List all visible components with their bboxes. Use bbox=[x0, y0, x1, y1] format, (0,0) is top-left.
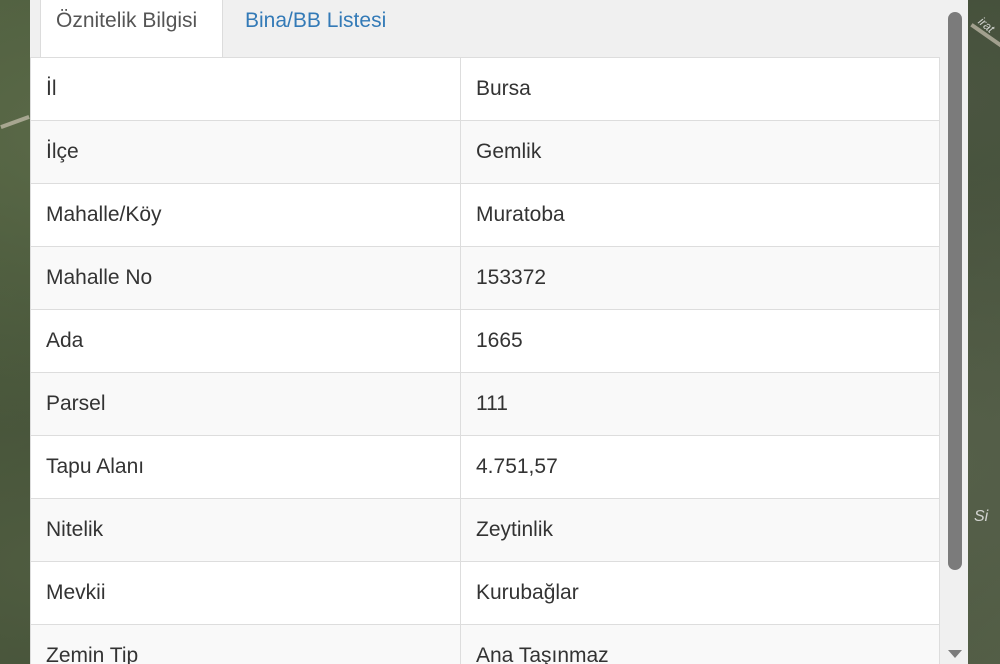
attribute-key: Zemin Tip bbox=[30, 624, 461, 664]
attribute-value: 111 bbox=[460, 372, 940, 436]
table-row: Tapu Alanı 4.751,57 bbox=[30, 435, 940, 499]
attribute-panel: Öznitelik Bilgisi Bina/BB Listesi İl Bur… bbox=[30, 0, 968, 664]
attribute-key: Mahalle No bbox=[30, 246, 461, 310]
attribute-value: Zeytinlik bbox=[460, 498, 940, 562]
table-row: Nitelik Zeytinlik bbox=[30, 498, 940, 562]
attribute-value: Ana Taşınmaz bbox=[460, 624, 940, 664]
attribute-value: Gemlik bbox=[460, 120, 940, 184]
attribute-key: Tapu Alanı bbox=[30, 435, 461, 499]
scrollbar-thumb[interactable] bbox=[948, 12, 962, 570]
attribute-value: 4.751,57 bbox=[460, 435, 940, 499]
attribute-value: 153372 bbox=[460, 246, 940, 310]
table-row: İlçe Gemlik bbox=[30, 120, 940, 184]
map-road bbox=[0, 114, 30, 130]
table-row: Zemin Tip Ana Taşınmaz bbox=[30, 624, 940, 664]
table-row: İl Bursa bbox=[30, 57, 940, 121]
attribute-key: Mevkii bbox=[30, 561, 461, 625]
scrollbar[interactable] bbox=[940, 0, 968, 664]
attribute-key: Nitelik bbox=[30, 498, 461, 562]
tab-building-list[interactable]: Bina/BB Listesi bbox=[230, 0, 401, 56]
attribute-value: 1665 bbox=[460, 309, 940, 373]
scroll-down-arrow-icon[interactable] bbox=[948, 650, 962, 658]
table-row: Ada 1665 bbox=[30, 309, 940, 373]
attribute-table: İl Bursa İlçe Gemlik Mahalle/Köy Muratob… bbox=[30, 57, 940, 664]
attribute-key: Ada bbox=[30, 309, 461, 373]
attribute-key: İl bbox=[30, 57, 461, 121]
attribute-key: Mahalle/Köy bbox=[30, 183, 461, 247]
attribute-value: Muratoba bbox=[460, 183, 940, 247]
table-row: Mevkii Kurubağlar bbox=[30, 561, 940, 625]
attribute-key: İlçe bbox=[30, 120, 461, 184]
attribute-key: Parsel bbox=[30, 372, 461, 436]
table-row: Mahalle No 153372 bbox=[30, 246, 940, 310]
table-row: Mahalle/Köy Muratoba bbox=[30, 183, 940, 247]
map-label: Si bbox=[974, 508, 989, 525]
tab-bar: Öznitelik Bilgisi Bina/BB Listesi bbox=[30, 0, 940, 58]
table-row: Parsel 111 bbox=[30, 372, 940, 436]
attribute-value: Bursa bbox=[460, 57, 940, 121]
tab-attribute-info[interactable]: Öznitelik Bilgisi bbox=[40, 0, 223, 58]
attribute-value: Kurubağlar bbox=[460, 561, 940, 625]
